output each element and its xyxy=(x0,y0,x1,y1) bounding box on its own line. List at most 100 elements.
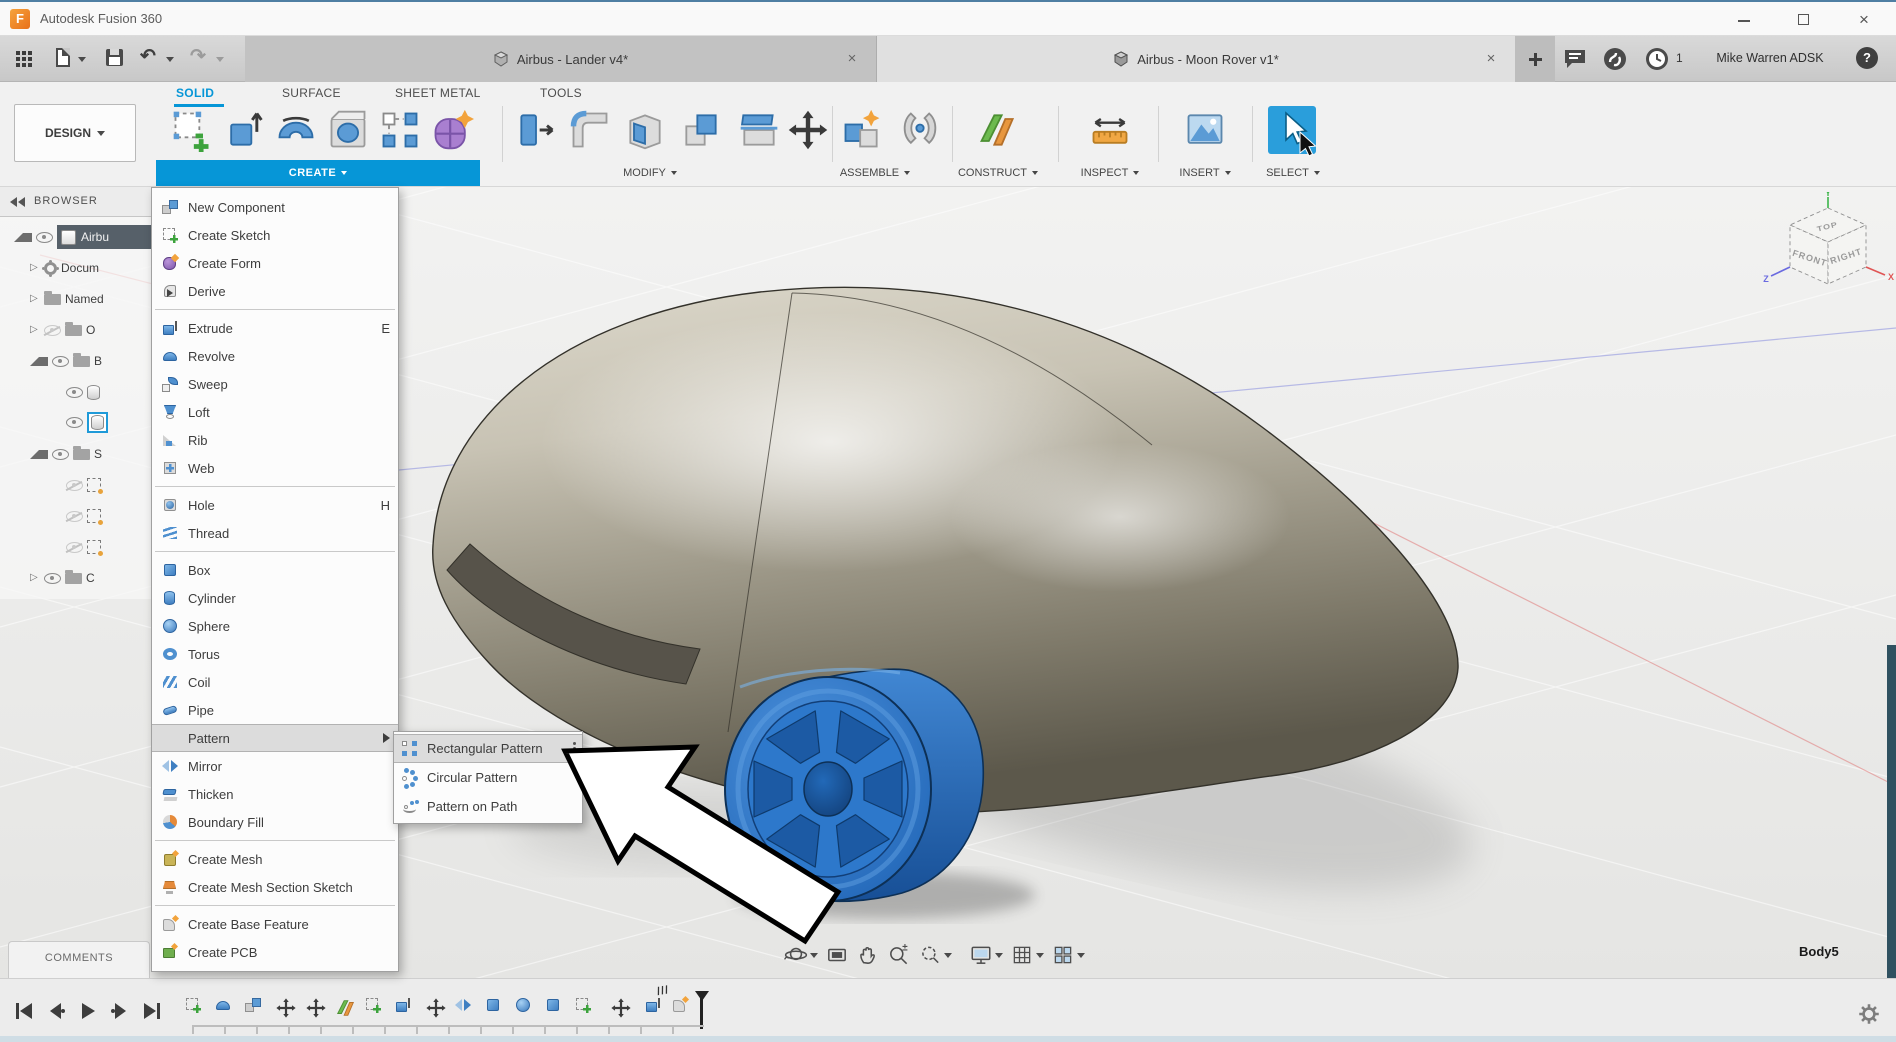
timeline-feature-reverse[interactable] xyxy=(515,997,537,1019)
comments-tab[interactable]: COMMENTS xyxy=(8,941,150,978)
redo-caret[interactable] xyxy=(216,57,224,62)
visibility-off-icon[interactable] xyxy=(44,324,61,336)
timeline-feature-combine[interactable] xyxy=(545,997,567,1019)
group-assemble[interactable]: ASSEMBLE xyxy=(815,162,935,184)
tab-sheet-metal[interactable]: SHEET METAL xyxy=(395,86,481,104)
tab-tools[interactable]: TOOLS xyxy=(540,86,582,104)
zoom-button[interactable]: ± xyxy=(887,943,911,967)
timeline-feature-sketch[interactable] xyxy=(365,997,387,1019)
timeline-go-to-end-button[interactable] xyxy=(140,999,164,1023)
timeline-feature-move[interactable] xyxy=(275,997,297,1019)
submenu-item-circular-pattern[interactable]: Circular Pattern xyxy=(394,763,582,792)
menu-item-thicken[interactable]: Thicken xyxy=(152,780,398,808)
group-modify[interactable]: MODIFY xyxy=(590,162,710,184)
visibility-off-icon[interactable] xyxy=(66,510,83,522)
display-settings-caret[interactable] xyxy=(995,952,1003,958)
menu-item-coil[interactable]: Coil xyxy=(152,668,398,696)
menu-item-thread[interactable]: Thread xyxy=(152,519,398,547)
fillet-button[interactable] xyxy=(568,108,612,152)
visibility-eye-icon[interactable] xyxy=(52,355,69,367)
timeline-playhead[interactable] xyxy=(695,991,709,1029)
combine-button[interactable] xyxy=(679,108,723,152)
grid-snap-button[interactable] xyxy=(1010,943,1044,967)
menu-item-hole[interactable]: Hole H xyxy=(152,491,398,519)
timeline-feature-sketch[interactable] xyxy=(185,997,207,1019)
collapse-icon[interactable]: ▷ xyxy=(30,573,40,583)
timeline-track[interactable] xyxy=(192,1025,704,1034)
menu-item-create-sketch[interactable]: Create Sketch xyxy=(152,221,398,249)
shell-button[interactable] xyxy=(623,108,667,152)
move-copy-button[interactable] xyxy=(786,108,830,152)
rover-wheel[interactable] xyxy=(724,667,985,903)
menu-item-extrude[interactable]: Extrude E xyxy=(152,314,398,342)
timeline-step-forward-button[interactable] xyxy=(108,999,132,1023)
zoom-window-caret[interactable] xyxy=(944,952,952,958)
zoom-window-button[interactable] xyxy=(918,943,952,967)
pattern-button[interactable] xyxy=(378,108,422,152)
menu-item-sweep[interactable]: Sweep xyxy=(152,370,398,398)
menu-item-pipe[interactable]: Pipe xyxy=(152,696,398,724)
more-options-icon[interactable] xyxy=(573,742,576,745)
visibility-off-icon[interactable] xyxy=(66,479,83,491)
group-select[interactable]: SELECT xyxy=(1233,162,1353,184)
timeline-step-back-button[interactable] xyxy=(44,999,68,1023)
menu-item-boundary-fill[interactable]: Boundary Fill xyxy=(152,808,398,836)
tab-surface[interactable]: SURFACE xyxy=(282,86,341,104)
menu-item-create-mesh[interactable]: Create Mesh xyxy=(152,845,398,873)
redo-icon[interactable]: ↷ xyxy=(190,45,206,67)
joint-button[interactable] xyxy=(898,108,942,152)
doc-tab-lander[interactable]: Airbus - Lander v4* × xyxy=(245,36,877,82)
collapse-browser-icon[interactable] xyxy=(10,197,26,207)
revolve-button[interactable] xyxy=(274,108,318,152)
timeline-feature-revolve[interactable] xyxy=(215,997,237,1019)
timeline-feature-move[interactable] xyxy=(610,997,632,1019)
timeline-settings-gear-icon[interactable] xyxy=(1856,1001,1882,1027)
visibility-eye-icon[interactable] xyxy=(66,416,83,428)
undo-icon[interactable]: ↶ xyxy=(140,45,156,67)
menu-item-derive[interactable]: Derive xyxy=(152,277,398,305)
menu-item-revolve[interactable]: Revolve xyxy=(152,342,398,370)
comments-icon[interactable] xyxy=(1562,46,1588,72)
collapse-icon[interactable]: ▷ xyxy=(30,325,40,335)
menu-item-box[interactable]: Box xyxy=(152,556,398,584)
timeline-play-button[interactable] xyxy=(76,999,100,1023)
timeline-feature-mirror[interactable] xyxy=(455,997,477,1019)
menu-item-torus[interactable]: Torus xyxy=(152,640,398,668)
close-button[interactable]: × xyxy=(1847,7,1881,33)
create-sketch-button[interactable] xyxy=(170,108,214,152)
timeline-feature-combine[interactable] xyxy=(485,997,507,1019)
submenu-item-rectangular-pattern[interactable]: Rectangular Pattern xyxy=(394,734,582,763)
grid-snap-caret[interactable] xyxy=(1036,952,1044,958)
construction-plane-button[interactable] xyxy=(976,108,1020,152)
insert-image-button[interactable] xyxy=(1183,108,1227,152)
visibility-eye-icon[interactable] xyxy=(44,572,61,584)
extrude-button[interactable] xyxy=(222,108,266,152)
undo-caret[interactable] xyxy=(166,57,174,62)
job-status-clock-icon[interactable] xyxy=(1644,46,1670,72)
group-construct[interactable]: CONSTRUCT xyxy=(938,162,1058,184)
menu-item-create-base-feature[interactable]: Create Base Feature xyxy=(152,910,398,938)
expand-icon[interactable] xyxy=(14,232,32,242)
timeline-go-to-start-button[interactable] xyxy=(12,999,36,1023)
menu-item-create-mesh-section-sketch[interactable]: Create Mesh Section Sketch xyxy=(152,873,398,901)
user-account-button[interactable]: Mike Warren ADSK xyxy=(1700,51,1840,65)
group-create[interactable]: CREATE xyxy=(156,160,480,186)
browser-header[interactable]: BROWSER xyxy=(0,187,152,217)
orbit-button[interactable] xyxy=(784,943,818,967)
timeline-feature-extrude[interactable] xyxy=(395,997,417,1019)
menu-item-cylinder[interactable]: Cylinder xyxy=(152,584,398,612)
new-tab-button[interactable] xyxy=(1515,36,1555,82)
minimize-button[interactable] xyxy=(1727,7,1761,33)
doc-tab-moon-rover[interactable]: Airbus - Moon Rover v1* × xyxy=(877,36,1515,82)
file-menu-caret[interactable] xyxy=(78,57,86,62)
menu-item-web[interactable]: Web xyxy=(152,454,398,482)
file-new-icon[interactable] xyxy=(56,48,70,67)
select-tool-button[interactable] xyxy=(1268,106,1316,154)
viewports-caret[interactable] xyxy=(1077,952,1085,958)
help-icon[interactable]: ? xyxy=(1856,47,1878,69)
extensions-icon[interactable] xyxy=(1602,46,1628,72)
press-pull-button[interactable] xyxy=(514,108,558,152)
display-settings-button[interactable] xyxy=(969,943,1003,967)
look-at-button[interactable] xyxy=(825,943,849,967)
expand-icon[interactable] xyxy=(30,356,48,366)
